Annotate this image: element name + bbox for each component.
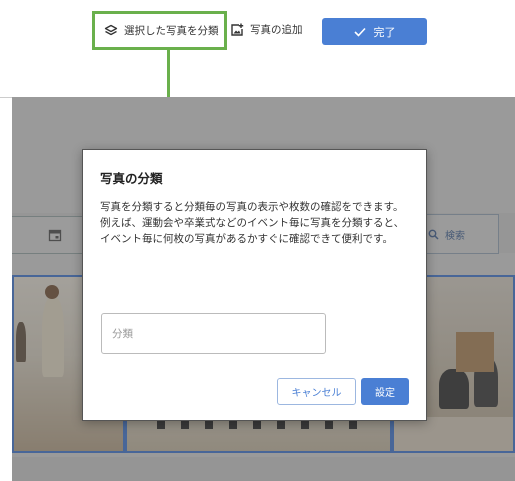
page-divider: [0, 97, 12, 98]
classify-dialog: 写真の分類 写真を分類すると分類毎の写真の表示や枚数の確認をできます。 例えば、…: [82, 149, 427, 421]
add-photo-button[interactable]: 写真の追加: [230, 22, 303, 37]
dialog-title: 写真の分類: [100, 171, 163, 186]
layers-icon: [104, 24, 118, 38]
classify-selected-button[interactable]: 選択した写真を分類: [92, 11, 227, 50]
dialog-description: 写真を分類すると分類毎の写真の表示や枚数の確認をできます。 例えば、運動会や卒業…: [100, 199, 412, 247]
dialog-description-line1: 写真を分類すると分類毎の写真の表示や枚数の確認をできます。: [100, 201, 404, 213]
done-label: 完了: [373, 25, 396, 39]
add-photo-icon: [230, 23, 244, 37]
cancel-button[interactable]: キャンセル: [277, 378, 356, 405]
check-icon: [353, 27, 366, 37]
confirm-button[interactable]: 設定: [361, 378, 409, 405]
category-name-input[interactable]: [101, 313, 326, 354]
done-button[interactable]: 完了: [322, 18, 427, 45]
dialog-description-line2: 例えば、運動会や卒業式などのイベント毎に写真を分類すると、イベント毎に何枚の写真…: [100, 217, 405, 245]
classify-selected-label: 選択した写真を分類: [124, 25, 219, 37]
add-photo-label: 写真の追加: [250, 24, 303, 36]
